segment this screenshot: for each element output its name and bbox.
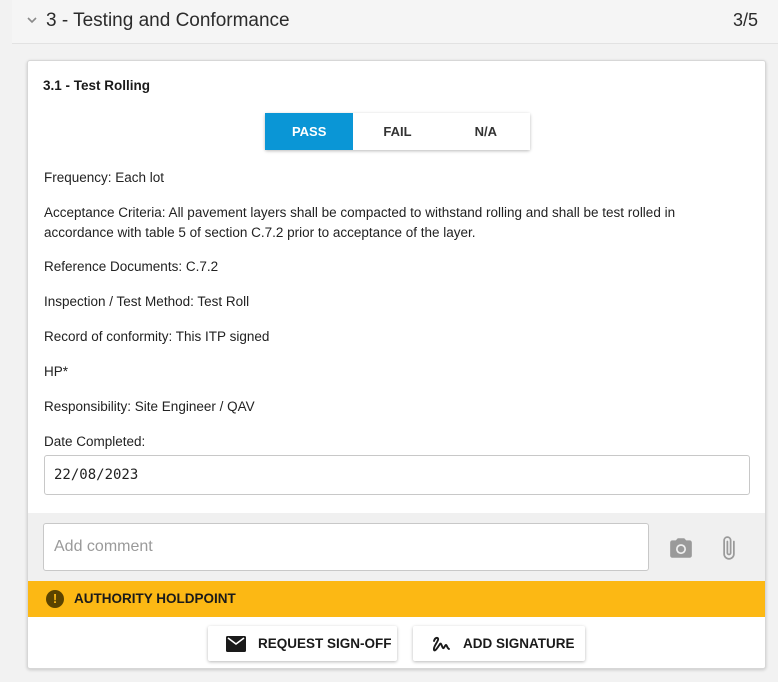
record-of-conformity-text: Record of conformity: This ITP signed xyxy=(44,329,270,344)
fail-button[interactable]: FAIL xyxy=(353,113,442,150)
attach-button[interactable] xyxy=(716,535,742,561)
frequency-text: Frequency: Each lot xyxy=(44,170,165,185)
exclamation-circle-icon: ! xyxy=(46,590,64,608)
test-method-text: Inspection / Test Method: Test Roll xyxy=(44,294,250,309)
mail-icon xyxy=(226,635,246,652)
comment-input[interactable] xyxy=(43,523,649,571)
request-signoff-label: REQUEST SIGN-OFF xyxy=(258,636,392,651)
hold-point-text: HP* xyxy=(44,364,69,379)
section-progress: 3/5 xyxy=(732,10,758,30)
acceptance-criteria-text: Acceptance Criteria: All pavement layers… xyxy=(44,205,676,240)
add-signature-button[interactable]: ADD SIGNATURE xyxy=(413,626,585,661)
camera-button[interactable] xyxy=(668,535,694,561)
item-title: 3.1 - Test Rolling xyxy=(43,78,151,93)
comment-bar xyxy=(28,513,765,581)
section-title: 3 - Testing and Conformance xyxy=(46,10,290,31)
reference-documents-text: Reference Documents: C.7.2 xyxy=(44,259,219,274)
checklist-item-card: 3.1 - Test Rolling PASS FAIL N/A Frequen… xyxy=(27,60,766,669)
result-toggle-group: PASS FAIL N/A xyxy=(265,113,530,150)
date-completed-label: Date Completed: xyxy=(44,434,146,449)
request-signoff-button[interactable]: REQUEST SIGN-OFF xyxy=(208,626,397,661)
paperclip-icon xyxy=(723,536,735,560)
camera-icon xyxy=(670,538,692,558)
section-header[interactable]: 3 - Testing and Conformance 3/5 xyxy=(12,0,778,44)
chevron-down-icon[interactable] xyxy=(26,14,38,26)
pass-button[interactable]: PASS xyxy=(265,113,354,150)
na-button[interactable]: N/A xyxy=(441,113,530,150)
date-completed-input[interactable] xyxy=(44,455,750,495)
responsibility-text: Responsibility: Site Engineer / QAV xyxy=(44,399,255,414)
signature-icon xyxy=(432,636,450,651)
add-signature-label: ADD SIGNATURE xyxy=(463,636,575,651)
authority-holdpoint-banner: ! AUTHORITY HOLDPOINT xyxy=(28,581,765,617)
holdpoint-label: AUTHORITY HOLDPOINT xyxy=(74,591,236,606)
